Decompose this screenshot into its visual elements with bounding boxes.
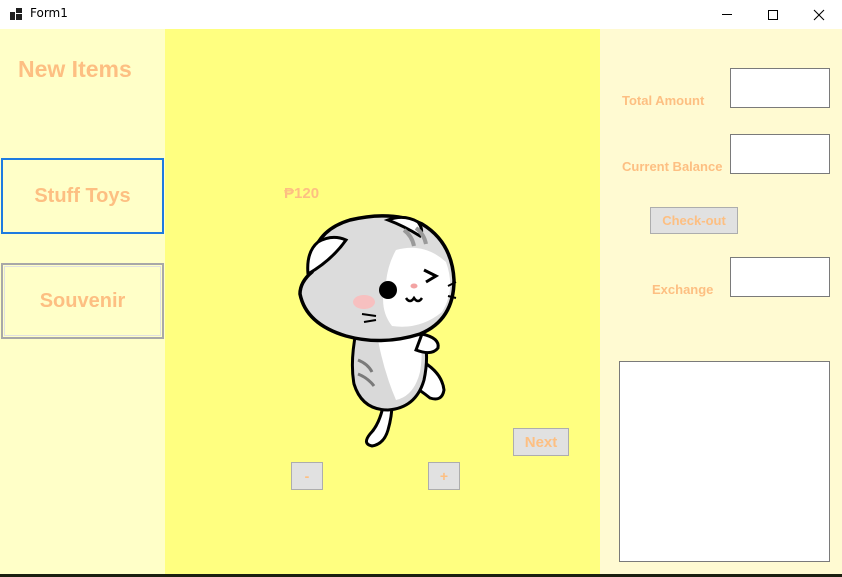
close-icon (813, 9, 825, 20)
current-balance-label: Current Balance (622, 159, 723, 174)
price-label: ₱120 (284, 185, 320, 202)
new-items-heading: New Items (18, 56, 132, 82)
next-button[interactable]: Next (513, 428, 569, 456)
stuff-toys-button[interactable]: Stuff Toys (1, 158, 164, 234)
total-amount-field[interactable] (730, 68, 830, 108)
receipt-list[interactable] (619, 361, 830, 562)
exchange-field[interactable] (730, 257, 830, 297)
souvenir-button[interactable]: Souvenir (1, 263, 164, 339)
close-button[interactable] (796, 0, 842, 29)
minimize-button[interactable] (704, 0, 750, 29)
current-balance-field[interactable] (730, 134, 830, 174)
decrease-quantity-button[interactable]: - (291, 462, 323, 490)
increase-quantity-button[interactable]: + (428, 462, 460, 490)
checkout-button[interactable]: Check-out (650, 207, 738, 234)
cat-icon (298, 214, 457, 448)
window-title: Form1 (30, 6, 68, 20)
minimize-icon (722, 14, 732, 15)
exchange-label: Exchange (652, 282, 714, 297)
title-bar: Form1 (0, 0, 842, 29)
maximize-icon (768, 9, 778, 20)
total-amount-label: Total Amount (622, 93, 705, 108)
maximize-button[interactable] (750, 0, 796, 29)
app-icon (10, 8, 22, 20)
